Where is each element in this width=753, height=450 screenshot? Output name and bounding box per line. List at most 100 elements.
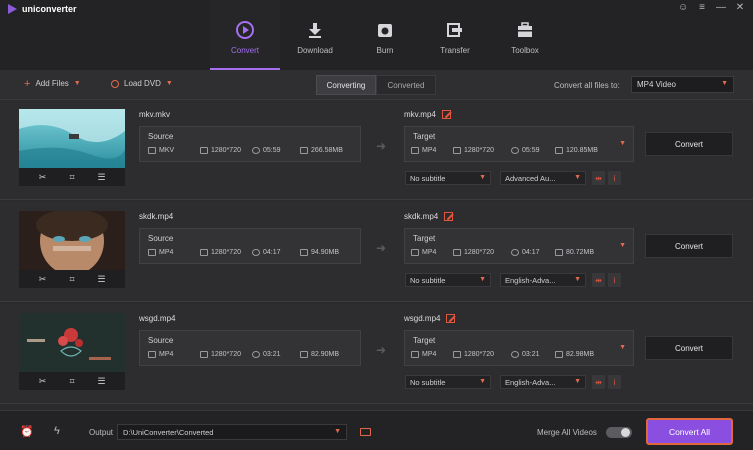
open-folder-icon[interactable]: [360, 428, 371, 436]
audio-select[interactable]: Advanced Au... ▼: [500, 171, 586, 185]
target-size: 80.72MB: [555, 249, 594, 256]
source-format-value: MP4: [159, 351, 174, 358]
video-thumbnail[interactable]: [19, 109, 125, 168]
target-size-value: 120.85MB: [566, 147, 598, 154]
convert-button[interactable]: Convert: [645, 234, 733, 258]
audio-value: Advanced Au...: [505, 174, 556, 183]
target-info-box[interactable]: Target MP4 1280*720 04:17 80.72MB ▼: [404, 228, 634, 264]
tab-transfer-label: Transfer: [440, 46, 470, 55]
menu-icon[interactable]: ≡: [697, 2, 707, 13]
source-resolution: 1280*720: [200, 147, 241, 154]
scissors-icon[interactable]: ✂: [37, 376, 49, 387]
source-size-value: 82.90MB: [311, 351, 340, 358]
edit-icon[interactable]: [446, 314, 456, 323]
load-dvd-label: Load DVD: [124, 79, 161, 88]
thumbnail-tools: ✂ ⌗ ☰: [19, 270, 125, 288]
target-info-box[interactable]: Target MP4 1280*720 03:21 82.98MB ▼: [404, 330, 634, 366]
audio-select[interactable]: English-Adva... ▼: [500, 273, 586, 287]
tab-download-label: Download: [297, 46, 333, 55]
tab-download[interactable]: Download: [280, 0, 350, 70]
video-thumbnail[interactable]: [19, 211, 125, 270]
info-icon[interactable]: i: [608, 171, 621, 185]
load-dvd-button[interactable]: Load DVD ▼: [111, 79, 173, 88]
film-icon: [411, 147, 419, 154]
tab-converted[interactable]: Converted: [376, 75, 436, 95]
edit-icon[interactable]: [444, 212, 454, 221]
source-filename: mkv.mkv: [139, 110, 170, 119]
chevron-down-icon[interactable]: ▼: [166, 80, 173, 87]
source-info-box: Source MP4 1280*720 03:21 82.90MB: [139, 330, 361, 366]
tab-toolbox[interactable]: Toolbox: [490, 0, 560, 70]
thumbnail-tools: ✂ ⌗ ☰: [19, 168, 125, 186]
arrow-right-icon: ➜: [376, 343, 387, 357]
target-filename: mkv.mp4: [404, 110, 436, 119]
edit-icon[interactable]: [441, 110, 451, 119]
scissors-icon[interactable]: ✂: [37, 172, 49, 183]
target-size-value: 82.98MB: [566, 351, 595, 358]
chevron-down-icon[interactable]: ▼: [74, 80, 81, 87]
subtitle-select[interactable]: No subtitle ▼: [405, 375, 491, 389]
film-icon: [411, 351, 419, 358]
merge-subtitle-icon[interactable]: ⇹: [592, 375, 605, 389]
source-size-value: 266.58MB: [311, 147, 343, 154]
subtitle-select[interactable]: No subtitle ▼: [405, 171, 491, 185]
account-icon[interactable]: ☺: [678, 2, 688, 13]
target-resolution-value: 1280*720: [464, 147, 494, 154]
source-size: 82.90MB: [300, 351, 339, 358]
tab-converting[interactable]: Converting: [316, 75, 376, 95]
chevron-down-icon: ▼: [479, 378, 486, 385]
brand: uniconverter: [8, 4, 77, 14]
top-bar: uniconverter ☺ ≡ — ✕ Convert Download Bu…: [0, 0, 753, 70]
target-filename-row: wsgd.mp4: [404, 314, 456, 323]
convert-all-button[interactable]: Convert All: [646, 418, 733, 445]
status-tabs: Converting Converted: [316, 75, 436, 95]
source-size: 94.90MB: [300, 249, 339, 256]
close-icon[interactable]: ✕: [735, 2, 745, 13]
source-label: Source: [148, 234, 174, 243]
target-info-box[interactable]: Target MP4 1280*720 05:59 120.85MB ▼: [404, 126, 634, 162]
scissors-icon[interactable]: ✂: [37, 274, 49, 285]
file-row: ✂ ⌗ ☰ skdk.mp4 Source MP4 1280*720 04:17…: [0, 202, 753, 302]
crop-icon[interactable]: ⌗: [66, 376, 78, 387]
minimize-icon[interactable]: —: [716, 2, 726, 13]
chevron-down-icon: ▼: [334, 428, 341, 435]
tab-burn[interactable]: Burn: [350, 0, 420, 70]
effects-icon[interactable]: ☰: [96, 172, 108, 183]
chevron-down-icon: ▼: [619, 140, 626, 147]
chevron-down-icon: ▼: [574, 276, 581, 283]
resolution-icon: [453, 351, 461, 358]
chevron-down-icon: ▼: [619, 242, 626, 249]
merge-subtitle-icon[interactable]: ⇹: [592, 273, 605, 287]
effects-icon[interactable]: ☰: [96, 376, 108, 387]
add-files-button[interactable]: + Add Files ▼: [24, 78, 81, 89]
convert-button[interactable]: Convert: [645, 132, 733, 156]
add-files-label: Add Files: [35, 79, 69, 88]
video-thumbnail[interactable]: [19, 313, 125, 372]
merge-all-toggle[interactable]: [606, 427, 632, 438]
crop-icon[interactable]: ⌗: [66, 274, 78, 285]
merge-subtitle-icon[interactable]: ⇹: [592, 171, 605, 185]
convert-button[interactable]: Convert: [645, 336, 733, 360]
lightning-icon[interactable]: ϟ: [54, 425, 60, 437]
crop-icon[interactable]: ⌗: [66, 172, 78, 183]
chevron-down-icon: ▼: [619, 344, 626, 351]
window-controls: ☺ ≡ — ✕: [678, 2, 745, 13]
tab-convert[interactable]: Convert: [210, 0, 280, 70]
audio-select[interactable]: English-Adva... ▼: [500, 375, 586, 389]
file-row: ✂ ⌗ ☰ mkv.mkv Source MKV 1280*720 05:59 …: [0, 100, 753, 200]
tab-transfer[interactable]: Transfer: [420, 0, 490, 70]
info-icon[interactable]: i: [608, 375, 621, 389]
film-icon: [148, 249, 156, 256]
effects-icon[interactable]: ☰: [96, 274, 108, 285]
output-path-select[interactable]: D:\UniConverter\Converted ▼: [117, 424, 347, 440]
output-format-select[interactable]: MP4 Video ▼: [631, 76, 734, 93]
source-duration-value: 03:21: [263, 351, 281, 358]
target-format-value: MP4: [422, 249, 437, 256]
source-label: Source: [148, 132, 174, 141]
target-label: Target: [413, 234, 436, 243]
subtitle-select[interactable]: No subtitle ▼: [405, 273, 491, 287]
info-icon[interactable]: i: [608, 273, 621, 287]
subtitle-value: No subtitle: [410, 378, 446, 387]
chevron-down-icon: ▼: [574, 174, 581, 181]
alarm-clock-icon[interactable]: ⏰: [20, 425, 34, 438]
